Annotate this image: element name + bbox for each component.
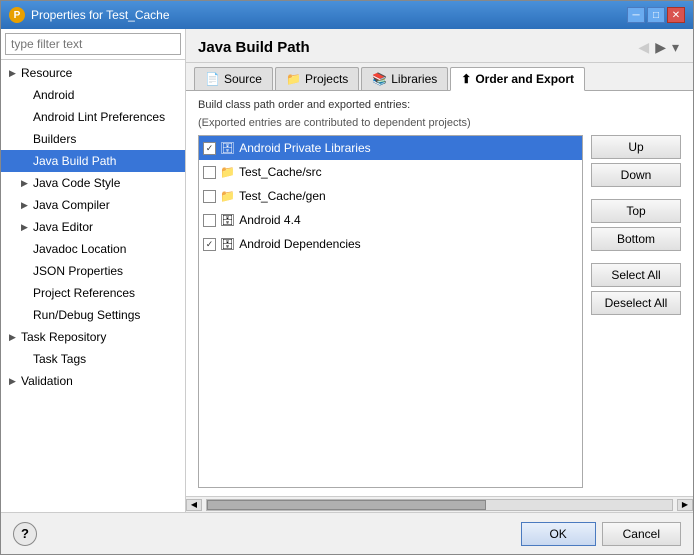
properties-dialog: P Properties for Test_Cache ─ □ ✕ ▶ Reso… — [0, 0, 694, 555]
sidebar-item-run-debug-settings[interactable]: Run/Debug Settings — [1, 304, 185, 326]
panel-header: Java Build Path ◀ ▶ ▾ — [186, 29, 693, 63]
help-button[interactable]: ? — [13, 522, 37, 546]
minimize-button[interactable]: ─ — [627, 7, 645, 23]
source-tab-icon: 📄 — [205, 72, 220, 86]
sidebar-item-builders[interactable]: Builders — [1, 128, 185, 150]
tab-order-export-label: Order and Export — [475, 72, 574, 86]
window-title: Properties for Test_Cache — [31, 8, 170, 22]
jar-icon-3: 🗄 — [220, 210, 235, 230]
panel-body: Build class path order and exported entr… — [186, 91, 693, 496]
window-icon: P — [9, 7, 25, 23]
checkbox-android-dependencies[interactable] — [203, 238, 216, 251]
projects-tab-icon: 📁 — [286, 72, 301, 86]
deselect-all-button[interactable]: Deselect All — [591, 291, 681, 315]
list-item-android-private-libs[interactable]: 🗄 Android Private Libraries — [199, 136, 582, 160]
back-button[interactable]: ◀ — [636, 37, 651, 58]
sidebar-item-java-editor[interactable]: ▶ Java Editor — [1, 216, 185, 238]
order-export-tab-icon: ⬆ — [461, 72, 471, 86]
list-item-android-dependencies[interactable]: 🗄 Android Dependencies — [199, 232, 582, 256]
checkbox-android-44[interactable] — [203, 214, 216, 227]
tab-projects[interactable]: 📁 Projects — [275, 67, 359, 90]
sidebar-item-project-references[interactable]: Project References — [1, 282, 185, 304]
scroll-right-button[interactable]: ▶ — [677, 499, 693, 511]
expand-icon: ▶ — [9, 64, 21, 82]
sidebar-item-java-code-style[interactable]: ▶ Java Code Style — [1, 172, 185, 194]
tab-source[interactable]: 📄 Source — [194, 67, 273, 90]
sidebar: ▶ Resource Android Android Lint Preferen… — [1, 29, 186, 512]
sidebar-item-task-tags[interactable]: Task Tags — [1, 348, 185, 370]
tab-libraries-label: Libraries — [391, 72, 437, 86]
sidebar-item-java-compiler[interactable]: ▶ Java Compiler — [1, 194, 185, 216]
entries-list[interactable]: 🗄 Android Private Libraries 📁 Test_Cache… — [198, 135, 583, 488]
top-button[interactable]: Top — [591, 199, 681, 223]
main-content: ▶ Resource Android Android Lint Preferen… — [1, 29, 693, 512]
jar-icon-0: 🗄 — [220, 138, 235, 158]
bottom-bar: ? OK Cancel — [1, 512, 693, 554]
tab-order-export[interactable]: ⬆ Order and Export — [450, 67, 585, 91]
sidebar-item-java-build-path[interactable]: Java Build Path — [1, 150, 185, 172]
filter-input[interactable] — [5, 33, 181, 55]
title-buttons: ─ □ ✕ — [627, 7, 685, 23]
dialog-action-buttons: OK Cancel — [521, 522, 681, 546]
scroll-track[interactable] — [206, 499, 673, 511]
jar-icon-4: 🗄 — [220, 234, 235, 254]
folder-icon-2: 📁 — [220, 186, 235, 206]
bottom-button[interactable]: Bottom — [591, 227, 681, 251]
horizontal-scrollbar[interactable]: ◀ ▶ — [186, 496, 693, 512]
sidebar-item-json-properties[interactable]: JSON Properties — [1, 260, 185, 282]
sidebar-item-validation[interactable]: ▶ Validation — [1, 370, 185, 392]
nav-arrows: ◀ ▶ ▾ — [636, 37, 681, 58]
folder-icon-1: 📁 — [220, 162, 235, 182]
panel-description: Build class path order and exported entr… — [198, 99, 681, 111]
sidebar-item-task-repository[interactable]: ▶ Task Repository — [1, 326, 185, 348]
sidebar-item-android-lint[interactable]: Android Lint Preferences — [1, 106, 185, 128]
list-item-test-cache-gen[interactable]: 📁 Test_Cache/gen — [199, 184, 582, 208]
scroll-left-button[interactable]: ◀ — [186, 499, 202, 511]
down-button[interactable]: Down — [591, 163, 681, 187]
sidebar-item-javadoc-location[interactable]: Javadoc Location — [1, 238, 185, 260]
maximize-button[interactable]: □ — [647, 7, 665, 23]
title-bar: P Properties for Test_Cache ─ □ ✕ — [1, 1, 693, 29]
panel-description-sub: (Exported entries are contributed to dep… — [198, 117, 681, 129]
sidebar-item-android[interactable]: Android — [1, 84, 185, 106]
checkbox-android-private-libs[interactable] — [203, 142, 216, 155]
tabs-bar: 📄 Source 📁 Projects 📚 Libraries ⬆ Order … — [186, 63, 693, 91]
forward-button[interactable]: ▶ — [653, 37, 668, 58]
side-buttons: Up Down Top Bottom Select All Deselect A… — [591, 135, 681, 488]
checkbox-test-cache-gen[interactable] — [203, 190, 216, 203]
right-panel: Java Build Path ◀ ▶ ▾ 📄 Source 📁 Project… — [186, 29, 693, 512]
panel-middle: 🗄 Android Private Libraries 📁 Test_Cache… — [198, 135, 681, 488]
sidebar-tree: ▶ Resource Android Android Lint Preferen… — [1, 60, 185, 512]
list-item-android-44[interactable]: 🗄 Android 4.4 — [199, 208, 582, 232]
title-bar-left: P Properties for Test_Cache — [9, 7, 170, 23]
tab-projects-label: Projects — [305, 72, 348, 86]
ok-button[interactable]: OK — [521, 522, 596, 546]
cancel-button[interactable]: Cancel — [602, 522, 681, 546]
tab-libraries[interactable]: 📚 Libraries — [361, 67, 448, 90]
close-button[interactable]: ✕ — [667, 7, 685, 23]
scroll-thumb[interactable] — [207, 500, 486, 510]
filter-box — [1, 29, 185, 60]
select-all-button[interactable]: Select All — [591, 263, 681, 287]
list-item-test-cache-src[interactable]: 📁 Test_Cache/src — [199, 160, 582, 184]
checkbox-test-cache-src[interactable] — [203, 166, 216, 179]
libraries-tab-icon: 📚 — [372, 72, 387, 86]
tab-source-label: Source — [224, 72, 262, 86]
panel-title: Java Build Path — [198, 39, 310, 56]
up-button[interactable]: Up — [591, 135, 681, 159]
sidebar-item-resource[interactable]: ▶ Resource — [1, 62, 185, 84]
nav-dropdown-button[interactable]: ▾ — [670, 37, 681, 58]
